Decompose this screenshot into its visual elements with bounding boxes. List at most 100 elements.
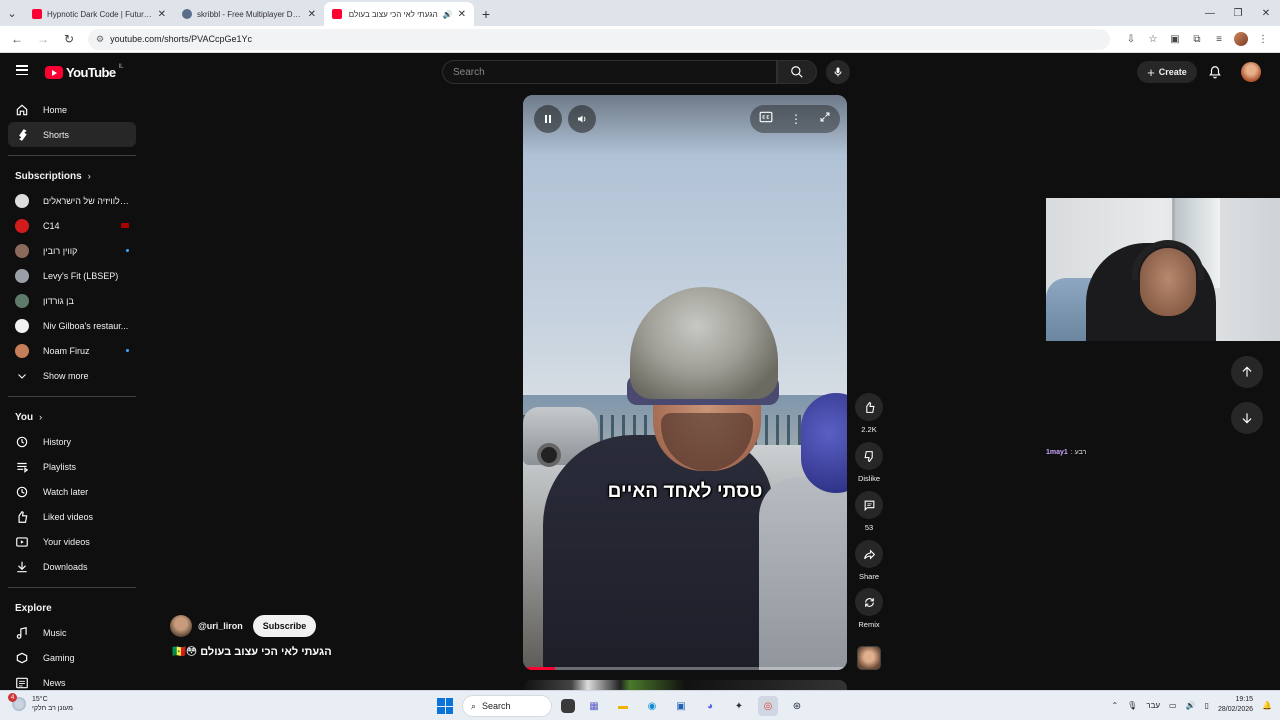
file-explorer-icon[interactable]: ▬	[613, 696, 633, 716]
next-short-preview[interactable]	[523, 680, 847, 690]
clock[interactable]: 19:15 28/02/2026	[1218, 695, 1253, 715]
show-more-button[interactable]: Show more	[8, 363, 136, 388]
comments-button[interactable]: 53	[854, 491, 884, 532]
teams-icon[interactable]: ▦	[584, 696, 604, 716]
sidebar-item-subscription[interactable]: קווין רובין	[8, 238, 136, 263]
close-tab-icon[interactable]: ✕	[158, 9, 166, 20]
discord-icon[interactable]: ◕	[700, 696, 720, 716]
reload-icon[interactable]: ↻	[58, 28, 80, 50]
address-bar[interactable]: ⚙ youtube.com/shorts/PVACcpGe1Yc	[88, 28, 1110, 50]
share-button[interactable]: Share	[854, 540, 884, 581]
sidebar-item-subscription[interactable]: בן גורדון	[8, 288, 136, 313]
sidebar-item-playlists[interactable]: Playlists	[8, 454, 136, 479]
task-view-icon[interactable]	[561, 699, 575, 713]
voice-search-button[interactable]	[826, 60, 850, 84]
fullscreen-icon[interactable]	[819, 110, 831, 128]
sidebar-item-gaming[interactable]: Gaming	[8, 645, 136, 670]
edge-icon[interactable]: ◉	[642, 696, 662, 716]
sidebar-item-shorts[interactable]: Shorts	[8, 122, 136, 147]
taskbar-search[interactable]: ⌕ Search	[462, 695, 552, 717]
close-tab-icon[interactable]: ✕	[458, 9, 466, 20]
back-icon[interactable]: ←	[6, 28, 28, 50]
create-button[interactable]: + Create	[1137, 61, 1197, 83]
sidebar-item-subscription[interactable]: C14	[8, 213, 136, 238]
browser-tab-2[interactable]: skribbl - Free Multiplayer Drawi ✕	[174, 2, 324, 26]
store-icon[interactable]: ▣	[671, 696, 691, 716]
pause-icon	[545, 115, 551, 123]
previous-short-button[interactable]	[1231, 356, 1263, 388]
subscribe-button[interactable]: Subscribe	[252, 615, 317, 637]
extension-icon[interactable]: ▣	[1168, 32, 1182, 46]
sidebar-item-watch-later[interactable]: Watch later	[8, 479, 136, 504]
window-controls: — ❐ ✕	[1196, 0, 1280, 26]
sidebar-item-music[interactable]: Music	[8, 620, 136, 645]
volume-button[interactable]	[568, 105, 596, 133]
sidebar-item-subscription[interactable]: Niv Gilboa's restaur...	[8, 313, 136, 338]
video-title[interactable]: הגעתי לאי הכי עצוב בעולם 😳🇸🇳	[172, 645, 332, 658]
maximize-icon[interactable]: ❐	[1224, 0, 1252, 26]
chevron-up-icon[interactable]: ⌃	[1111, 701, 1118, 710]
close-tab-icon[interactable]: ✕	[308, 9, 316, 20]
search-button[interactable]	[777, 60, 817, 84]
notifications-icon[interactable]: 🔔	[1262, 701, 1272, 710]
remix-button[interactable]: Remix	[854, 588, 884, 629]
minimize-icon[interactable]: —	[1196, 0, 1224, 26]
video-progress-bar[interactable]	[523, 667, 847, 670]
explore-header: Explore	[8, 596, 136, 620]
weather-widget[interactable]: 4 15°C מעונן רב חלקי	[8, 693, 73, 713]
sidebar-item-subscription[interactable]: טלוויזיה של הישראלים...	[8, 188, 136, 213]
volume-icon[interactable]: 🔊	[1186, 701, 1196, 710]
channel-avatar[interactable]	[170, 615, 192, 637]
battery-icon[interactable]: ▯	[1205, 701, 1209, 710]
sidebar-item-subscription[interactable]: Noam Firuz	[8, 338, 136, 363]
chrome-icon[interactable]: ◎	[758, 696, 778, 716]
search-placeholder: Search	[453, 66, 485, 78]
more-options-icon[interactable]: ⋮	[790, 112, 802, 126]
sidebar-item-label: History	[43, 436, 72, 447]
subscriptions-header[interactable]: Subscriptions ›	[8, 164, 136, 188]
captions-icon[interactable]	[759, 110, 773, 128]
new-tab-button[interactable]: +	[474, 2, 498, 26]
steam-icon[interactable]: ⊛	[787, 696, 807, 716]
install-icon[interactable]: ⇩	[1124, 32, 1138, 46]
dislike-button[interactable]: Dislike	[854, 442, 884, 483]
notifications-bell-icon[interactable]	[1207, 63, 1223, 81]
extensions-puzzle-icon[interactable]: ⧉	[1190, 32, 1204, 46]
sidebar-item-subscription[interactable]: Levy's Fit (LBSEP)	[8, 263, 136, 288]
forward-icon[interactable]: →	[32, 28, 54, 50]
menu-icon[interactable]	[16, 65, 28, 75]
sound-thumbnail[interactable]	[857, 646, 881, 670]
like-button[interactable]: 2.2K	[854, 393, 884, 434]
channel-handle[interactable]: @uri_liron	[198, 621, 243, 631]
youtube-logo[interactable]: YouTube IL	[45, 64, 124, 80]
sidebar-item-history[interactable]: History	[8, 429, 136, 454]
system-tray: ⌃ 🎙 עבר ▭ 🔊 ▯ 19:15 28/02/2026 🔔	[1111, 695, 1272, 715]
language-indicator[interactable]: עבר	[1146, 701, 1160, 710]
sidebar-item-downloads[interactable]: Downloads	[8, 554, 136, 579]
bookmark-star-icon[interactable]: ☆	[1146, 32, 1160, 46]
channel-avatar	[15, 318, 29, 333]
profile-avatar[interactable]	[1234, 32, 1248, 46]
shorts-video-player[interactable]: ⋮ טסתי לאחד האיים	[523, 95, 847, 670]
app-icon[interactable]: ✦	[729, 696, 749, 716]
user-avatar[interactable]	[1241, 62, 1261, 82]
microphone-icon[interactable]: 🎙	[1127, 701, 1137, 710]
pause-button[interactable]	[534, 105, 562, 133]
close-window-icon[interactable]: ✕	[1252, 0, 1280, 26]
sidebar-item-liked-videos[interactable]: Liked videos	[8, 504, 136, 529]
chrome-menu-icon[interactable]: ⋮	[1256, 32, 1270, 46]
network-icon[interactable]: ▭	[1169, 701, 1177, 710]
next-short-button[interactable]	[1231, 402, 1263, 434]
sidebar-item-home[interactable]: Home	[8, 97, 136, 122]
browser-tab-1[interactable]: Hypnotic Dark Code | Futuristic ✕	[24, 2, 174, 26]
browser-tab-3[interactable]: הגעתי לאי הכי עצוב בעולם 🔊 ✕	[324, 2, 474, 26]
you-header[interactable]: You ›	[8, 405, 136, 429]
sidebar-item-your-videos[interactable]: Your videos	[8, 529, 136, 554]
site-info-icon[interactable]: ⚙	[96, 34, 104, 45]
tab-search-icon[interactable]: ⌄	[0, 0, 24, 26]
media-control-icon[interactable]: ≡	[1212, 32, 1226, 46]
audio-icon[interactable]: 🔊	[443, 10, 453, 19]
windows-start-icon[interactable]	[437, 698, 453, 714]
live-indicator-icon	[121, 223, 129, 228]
search-input[interactable]: Search	[442, 60, 777, 84]
